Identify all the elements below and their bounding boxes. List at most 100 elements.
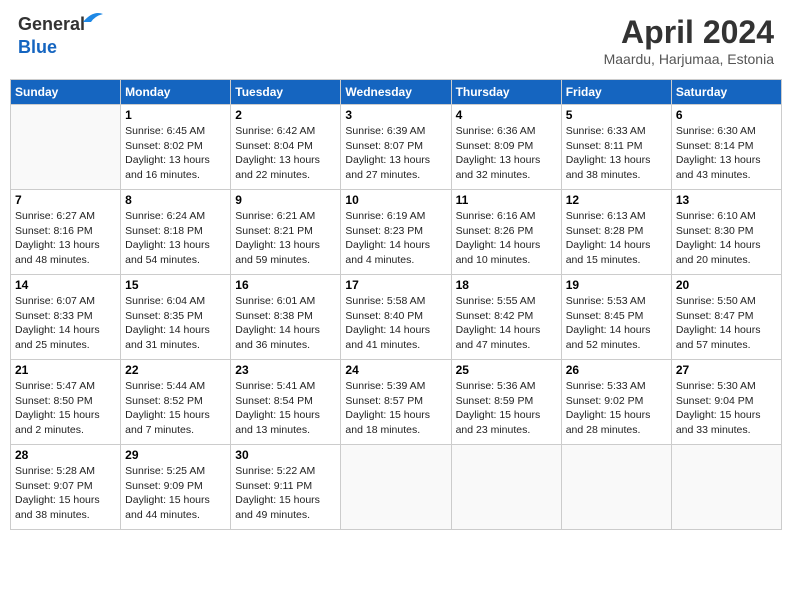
day-info: Sunrise: 5:47 AMSunset: 8:50 PMDaylight:…: [15, 379, 116, 438]
weekday-header-thursday: Thursday: [451, 80, 561, 105]
day-cell: 14 Sunrise: 6:07 AMSunset: 8:33 PMDayligh…: [11, 275, 121, 360]
day-cell: 29 Sunrise: 5:25 AMSunset: 9:09 PMDayligh…: [121, 445, 231, 530]
day-cell: 3 Sunrise: 6:39 AMSunset: 8:07 PMDaylight…: [341, 105, 451, 190]
week-row-4: 21 Sunrise: 5:47 AMSunset: 8:50 PMDayligh…: [11, 360, 782, 445]
day-cell: 7 Sunrise: 6:27 AMSunset: 8:16 PMDaylight…: [11, 190, 121, 275]
day-number: 17: [345, 278, 446, 292]
day-info: Sunrise: 6:04 AMSunset: 8:35 PMDaylight:…: [125, 294, 226, 353]
day-info: Sunrise: 6:33 AMSunset: 8:11 PMDaylight:…: [566, 124, 667, 183]
day-number: 13: [676, 193, 777, 207]
page-header: General Blue April 2024 Maardu, Harjumaa…: [10, 10, 782, 71]
day-info: Sunrise: 6:07 AMSunset: 8:33 PMDaylight:…: [15, 294, 116, 353]
day-number: 1: [125, 108, 226, 122]
day-number: 19: [566, 278, 667, 292]
day-info: Sunrise: 6:36 AMSunset: 8:09 PMDaylight:…: [456, 124, 557, 183]
day-number: 9: [235, 193, 336, 207]
week-row-1: 1 Sunrise: 6:45 AMSunset: 8:02 PMDaylight…: [11, 105, 782, 190]
day-info: Sunrise: 5:33 AMSunset: 9:02 PMDaylight:…: [566, 379, 667, 438]
day-info: Sunrise: 5:50 AMSunset: 8:47 PMDaylight:…: [676, 294, 777, 353]
day-cell: [11, 105, 121, 190]
day-number: 4: [456, 108, 557, 122]
title-section: April 2024 Maardu, Harjumaa, Estonia: [604, 14, 774, 67]
day-number: 14: [15, 278, 116, 292]
day-cell: 20 Sunrise: 5:50 AMSunset: 8:47 PMDayligh…: [671, 275, 781, 360]
day-cell: 15 Sunrise: 6:04 AMSunset: 8:35 PMDayligh…: [121, 275, 231, 360]
day-number: 10: [345, 193, 446, 207]
day-number: 7: [15, 193, 116, 207]
day-info: Sunrise: 5:22 AMSunset: 9:11 PMDaylight:…: [235, 464, 336, 523]
day-number: 20: [676, 278, 777, 292]
day-number: 3: [345, 108, 446, 122]
weekday-header-friday: Friday: [561, 80, 671, 105]
day-cell: 4 Sunrise: 6:36 AMSunset: 8:09 PMDaylight…: [451, 105, 561, 190]
day-info: Sunrise: 5:25 AMSunset: 9:09 PMDaylight:…: [125, 464, 226, 523]
day-cell: 25 Sunrise: 5:36 AMSunset: 8:59 PMDayligh…: [451, 360, 561, 445]
day-info: Sunrise: 6:01 AMSunset: 8:38 PMDaylight:…: [235, 294, 336, 353]
week-row-3: 14 Sunrise: 6:07 AMSunset: 8:33 PMDayligh…: [11, 275, 782, 360]
day-number: 12: [566, 193, 667, 207]
day-cell: 8 Sunrise: 6:24 AMSunset: 8:18 PMDaylight…: [121, 190, 231, 275]
day-cell: 10 Sunrise: 6:19 AMSunset: 8:23 PMDayligh…: [341, 190, 451, 275]
day-cell: 12Sunrise: 6:13 AMSunset: 8:28 PMDayligh…: [561, 190, 671, 275]
day-cell: 1 Sunrise: 6:45 AMSunset: 8:02 PMDaylight…: [121, 105, 231, 190]
day-info: Sunrise: 5:30 AMSunset: 9:04 PMDaylight:…: [676, 379, 777, 438]
day-number: 11: [456, 193, 557, 207]
day-cell: 18 Sunrise: 5:55 AMSunset: 8:42 PMDayligh…: [451, 275, 561, 360]
day-cell: 13 Sunrise: 6:10 AMSunset: 8:30 PMDayligh…: [671, 190, 781, 275]
day-number: 21: [15, 363, 116, 377]
day-info: Sunrise: 6:27 AMSunset: 8:16 PMDaylight:…: [15, 209, 116, 268]
logo-general: General: [18, 14, 85, 34]
day-cell: 5Sunrise: 6:33 AMSunset: 8:11 PMDaylight…: [561, 105, 671, 190]
day-cell: 28Sunrise: 5:28 AMSunset: 9:07 PMDayligh…: [11, 445, 121, 530]
day-info: Sunrise: 5:36 AMSunset: 8:59 PMDaylight:…: [456, 379, 557, 438]
day-info: Sunrise: 6:42 AMSunset: 8:04 PMDaylight:…: [235, 124, 336, 183]
day-cell: [671, 445, 781, 530]
day-number: 25: [456, 363, 557, 377]
day-info: Sunrise: 5:41 AMSunset: 8:54 PMDaylight:…: [235, 379, 336, 438]
day-number: 18: [456, 278, 557, 292]
day-cell: 16 Sunrise: 6:01 AMSunset: 8:38 PMDayligh…: [231, 275, 341, 360]
day-number: 2: [235, 108, 336, 122]
day-info: Sunrise: 6:16 AMSunset: 8:26 PMDaylight:…: [456, 209, 557, 268]
weekday-header-sunday: Sunday: [11, 80, 121, 105]
week-row-2: 7 Sunrise: 6:27 AMSunset: 8:16 PMDaylight…: [11, 190, 782, 275]
day-info: Sunrise: 6:21 AMSunset: 8:21 PMDaylight:…: [235, 209, 336, 268]
day-number: 23: [235, 363, 336, 377]
day-cell: [451, 445, 561, 530]
day-cell: 21 Sunrise: 5:47 AMSunset: 8:50 PMDayligh…: [11, 360, 121, 445]
day-info: Sunrise: 6:24 AMSunset: 8:18 PMDaylight:…: [125, 209, 226, 268]
day-info: Sunrise: 6:10 AMSunset: 8:30 PMDaylight:…: [676, 209, 777, 268]
day-info: Sunrise: 5:53 AMSunset: 8:45 PMDaylight:…: [566, 294, 667, 353]
weekday-header-tuesday: Tuesday: [231, 80, 341, 105]
calendar-table: SundayMondayTuesdayWednesdayThursdayFrid…: [10, 79, 782, 530]
day-info: Sunrise: 5:44 AMSunset: 8:52 PMDaylight:…: [125, 379, 226, 438]
day-number: 26: [566, 363, 667, 377]
day-info: Sunrise: 6:45 AMSunset: 8:02 PMDaylight:…: [125, 124, 226, 183]
weekday-header-saturday: Saturday: [671, 80, 781, 105]
day-cell: 19 Sunrise: 5:53 AMSunset: 8:45 PMDayligh…: [561, 275, 671, 360]
logo: General Blue: [18, 14, 85, 58]
weekday-header-monday: Monday: [121, 80, 231, 105]
day-info: Sunrise: 6:30 AMSunset: 8:14 PMDaylight:…: [676, 124, 777, 183]
day-number: 8: [125, 193, 226, 207]
day-info: Sunrise: 5:39 AMSunset: 8:57 PMDaylight:…: [345, 379, 446, 438]
day-info: Sunrise: 5:28 AMSunset: 9:07 PMDaylight:…: [15, 464, 116, 523]
day-info: Sunrise: 6:19 AMSunset: 8:23 PMDaylight:…: [345, 209, 446, 268]
day-info: Sunrise: 6:39 AMSunset: 8:07 PMDaylight:…: [345, 124, 446, 183]
day-cell: [341, 445, 451, 530]
day-number: 15: [125, 278, 226, 292]
day-number: 30: [235, 448, 336, 462]
day-cell: 2 Sunrise: 6:42 AMSunset: 8:04 PMDaylight…: [231, 105, 341, 190]
day-cell: 23 Sunrise: 5:41 AMSunset: 8:54 PMDayligh…: [231, 360, 341, 445]
day-cell: 30 Sunrise: 5:22 AMSunset: 9:11 PMDayligh…: [231, 445, 341, 530]
day-number: 6: [676, 108, 777, 122]
day-info: Sunrise: 5:55 AMSunset: 8:42 PMDaylight:…: [456, 294, 557, 353]
day-number: 27: [676, 363, 777, 377]
day-number: 16: [235, 278, 336, 292]
day-info: Sunrise: 5:58 AMSunset: 8:40 PMDaylight:…: [345, 294, 446, 353]
week-row-5: 28Sunrise: 5:28 AMSunset: 9:07 PMDayligh…: [11, 445, 782, 530]
day-number: 24: [345, 363, 446, 377]
day-cell: 24 Sunrise: 5:39 AMSunset: 8:57 PMDayligh…: [341, 360, 451, 445]
day-number: 29: [125, 448, 226, 462]
logo-blue: Blue: [18, 37, 57, 58]
